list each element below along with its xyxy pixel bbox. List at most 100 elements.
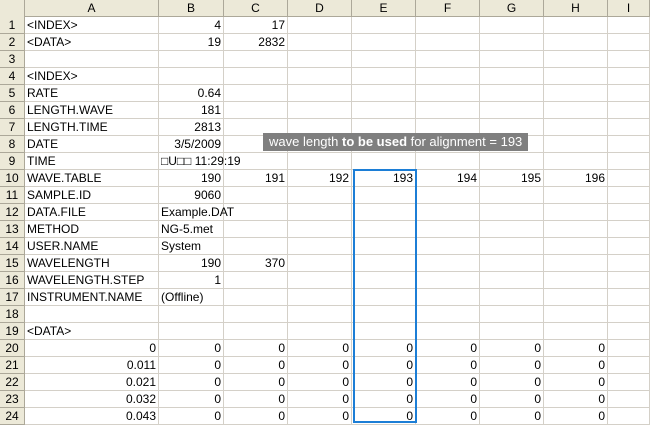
cell-c3[interactable] [224,51,288,68]
cell-b11[interactable]: 9060 [159,187,224,204]
cell-h15[interactable] [544,255,608,272]
cell-a3[interactable] [25,51,159,68]
cell-a19[interactable]: <DATA> [25,323,159,340]
cell-a4[interactable]: <INDEX> [25,68,159,85]
cell-a15[interactable]: WAVELENGTH [25,255,159,272]
cell-g21[interactable]: 0 [480,357,544,374]
cell-b1[interactable]: 4 [159,17,224,34]
row-header-14[interactable]: 14 [0,238,25,255]
row-header-8[interactable]: 8 [0,136,25,153]
cell-e22[interactable]: 0 [352,374,416,391]
row-header-12[interactable]: 12 [0,204,25,221]
row-header-5[interactable]: 5 [0,85,25,102]
cell-e12[interactable] [352,204,416,221]
cell-b19[interactable] [159,323,224,340]
cell-f5[interactable] [416,85,480,102]
cell-a20[interactable]: 0 [25,340,159,357]
cell-e18[interactable] [352,306,416,323]
cell-c11[interactable] [224,187,288,204]
cell-c22[interactable]: 0 [224,374,288,391]
cell-f23[interactable]: 0 [416,391,480,408]
cell-i8[interactable] [608,136,650,153]
cell-a23[interactable]: 0.032 [25,391,159,408]
cell-e6[interactable] [352,102,416,119]
cell-c4[interactable] [224,68,288,85]
cell-c14[interactable] [224,238,288,255]
cell-e11[interactable] [352,187,416,204]
cell-g19[interactable] [480,323,544,340]
cell-g10[interactable]: 195 [480,170,544,187]
cell-d13[interactable] [288,221,352,238]
cell-g17[interactable] [480,289,544,306]
cell-e9[interactable] [352,153,416,170]
cell-f6[interactable] [416,102,480,119]
cell-f9[interactable] [416,153,480,170]
cell-d2[interactable] [288,34,352,51]
cell-d16[interactable] [288,272,352,289]
cell-c19[interactable] [224,323,288,340]
cell-a8[interactable]: DATE [25,136,159,153]
row-header-6[interactable]: 6 [0,102,25,119]
cell-g2[interactable] [480,34,544,51]
cell-h7[interactable] [544,119,608,136]
cell-a13[interactable]: METHOD [25,221,159,238]
row-header-1[interactable]: 1 [0,17,25,34]
cell-g5[interactable] [480,85,544,102]
cell-b6[interactable]: 181 [159,102,224,119]
column-header-f[interactable]: F [416,0,480,17]
cell-d3[interactable] [288,51,352,68]
cell-a7[interactable]: LENGTH.TIME [25,119,159,136]
row-header-3[interactable]: 3 [0,51,25,68]
column-header-h[interactable]: H [544,0,608,17]
cell-i15[interactable] [608,255,650,272]
cell-a21[interactable]: 0.011 [25,357,159,374]
cell-h3[interactable] [544,51,608,68]
cell-d11[interactable] [288,187,352,204]
row-header-22[interactable]: 22 [0,374,25,391]
cell-a10[interactable]: WAVE.TABLE [25,170,159,187]
row-header-18[interactable]: 18 [0,306,25,323]
cell-b17[interactable]: (Offline) [159,289,224,306]
cell-e13[interactable] [352,221,416,238]
cell-h2[interactable] [544,34,608,51]
cell-h18[interactable] [544,306,608,323]
cell-f10[interactable]: 194 [416,170,480,187]
cell-e3[interactable] [352,51,416,68]
cell-g15[interactable] [480,255,544,272]
cell-c10[interactable]: 191 [224,170,288,187]
cell-g1[interactable] [480,17,544,34]
column-header-e[interactable]: E [352,0,416,17]
row-header-7[interactable]: 7 [0,119,25,136]
cell-i11[interactable] [608,187,650,204]
cell-a1[interactable]: <INDEX> [25,17,159,34]
cell-d21[interactable]: 0 [288,357,352,374]
cell-h13[interactable] [544,221,608,238]
cell-b24[interactable]: 0 [159,408,224,425]
cell-i2[interactable] [608,34,650,51]
cell-f18[interactable] [416,306,480,323]
cell-d4[interactable] [288,68,352,85]
row-header-21[interactable]: 21 [0,357,25,374]
cell-b18[interactable] [159,306,224,323]
cell-c13[interactable] [224,221,288,238]
cell-e21[interactable]: 0 [352,357,416,374]
cell-b15[interactable]: 190 [159,255,224,272]
cell-e5[interactable] [352,85,416,102]
cell-a6[interactable]: LENGTH.WAVE [25,102,159,119]
cell-i3[interactable] [608,51,650,68]
cell-h12[interactable] [544,204,608,221]
cell-h23[interactable]: 0 [544,391,608,408]
cell-f17[interactable] [416,289,480,306]
cell-a17[interactable]: INSTRUMENT.NAME [25,289,159,306]
cell-c18[interactable] [224,306,288,323]
cell-c21[interactable]: 0 [224,357,288,374]
cell-g12[interactable] [480,204,544,221]
cell-b22[interactable]: 0 [159,374,224,391]
cell-b3[interactable] [159,51,224,68]
cell-b13[interactable]: NG-5.met [159,221,224,238]
cell-e19[interactable] [352,323,416,340]
cell-i10[interactable] [608,170,650,187]
cell-d10[interactable]: 192 [288,170,352,187]
cell-f14[interactable] [416,238,480,255]
cell-f22[interactable]: 0 [416,374,480,391]
